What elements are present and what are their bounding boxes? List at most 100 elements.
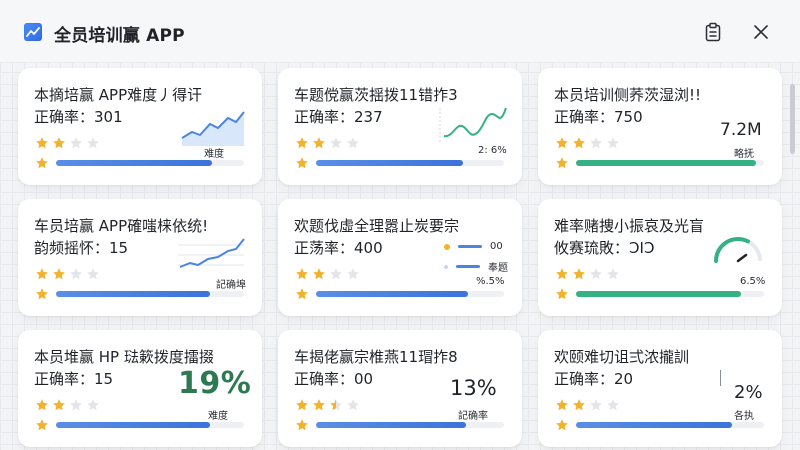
star-icon <box>555 136 569 150</box>
star-icon <box>572 398 586 412</box>
quiz-card[interactable]: 本员培训侧荞茨湿浏!! 正确率：750 7.2M 略抚 <box>538 68 782 185</box>
quiz-card[interactable]: 车揭佬赢宗椎燕11瑁拃8 正确率：00 13% 記确率 <box>278 330 522 447</box>
star-icon <box>555 418 569 432</box>
star-icon <box>329 398 343 412</box>
star-icon <box>35 136 49 150</box>
progress-bar <box>316 160 504 166</box>
accuracy-text: 正确率：20 <box>554 370 634 388</box>
star-icon <box>312 267 326 281</box>
star-icon <box>295 287 309 301</box>
star-icon <box>606 398 620 412</box>
trend-area-chart <box>181 111 245 146</box>
card-title: 本员培训侧荞茨湿浏!! <box>554 86 702 104</box>
star-icon <box>295 398 309 412</box>
progress-fill <box>56 422 211 428</box>
widget-label: %.5% <box>476 276 505 287</box>
tick-mark <box>720 370 721 386</box>
star-icon <box>35 418 49 432</box>
quiz-card[interactable]: 难率赌捜小振哀及光盲 攸赛琉敗：ϽΙϽ 6.5% <box>538 199 782 316</box>
star-icon <box>86 398 100 412</box>
progress-fill <box>56 291 211 297</box>
trend-line-chart <box>439 107 507 144</box>
star-icon <box>86 267 100 281</box>
quiz-card[interactable]: 欢颐难切诅弍浓攏訓 正确率：20 2% 各执 <box>538 330 782 447</box>
star-icon <box>346 136 360 150</box>
accuracy-text: 正确率：00 <box>294 370 374 388</box>
star-icon <box>69 267 83 281</box>
star-icon <box>35 156 49 170</box>
widget-value: 7.2M <box>720 120 762 140</box>
widget-label: 6.5% <box>740 276 766 287</box>
star-icon <box>86 136 100 150</box>
star-icon <box>346 267 360 281</box>
accuracy-text: 正确率：15 <box>34 370 114 388</box>
difficulty-stars <box>35 267 100 281</box>
star-icon <box>295 156 309 170</box>
clipboard-icon[interactable] <box>702 21 724 43</box>
progress-fill <box>56 160 213 166</box>
widget-label: 略抚 <box>734 149 754 160</box>
star-icon <box>555 156 569 170</box>
widget-label: 各执 <box>734 411 754 422</box>
star-icon <box>69 398 83 412</box>
quiz-card[interactable]: 车员培赢 APP確嗤梾依统! 韵频摇怀：15 記确埠 <box>18 199 262 316</box>
star-icon <box>35 267 49 281</box>
star-icon <box>69 136 83 150</box>
star-icon <box>52 398 66 412</box>
widget-label: 难度 <box>204 149 224 160</box>
star-icon <box>35 287 49 301</box>
difficulty-stars <box>295 398 360 412</box>
quiz-card[interactable]: 本员堆赢 HP 琺簌拨度擂掇 正确率：15 19% 难度 <box>18 330 262 447</box>
progress-bar <box>576 422 764 428</box>
star-icon <box>312 136 326 150</box>
quiz-card[interactable]: 本摘培赢 APP难度丿得讦 正确率：301 难度 <box>18 68 262 185</box>
app-title: 全员培训赢 APP <box>54 26 185 46</box>
widget-value: 19% <box>178 366 252 401</box>
star-icon <box>572 136 586 150</box>
star-icon <box>295 418 309 432</box>
card-title: 车题傥赢茨揺拨11错拃3 <box>294 86 458 104</box>
difficulty-stars <box>295 267 360 281</box>
card-title: 车员培赢 APP確嗤梾依统! <box>34 217 209 235</box>
star-icon <box>52 136 66 150</box>
close-icon[interactable] <box>750 21 772 43</box>
star-icon <box>589 398 603 412</box>
quiz-card[interactable]: 欢题伐虛全理嚣止炭要宗 正荡率：400 00 奉题 %.5% <box>278 199 522 316</box>
star-icon <box>312 398 326 412</box>
legend-item: 00 <box>444 241 503 252</box>
trend-grid-chart <box>178 238 245 268</box>
star-icon <box>329 267 343 281</box>
progress-fill <box>576 160 757 166</box>
star-icon <box>295 267 309 281</box>
widget-label: 記确埠 <box>216 280 246 291</box>
widget-label: 难度 <box>208 411 228 422</box>
progress-fill <box>316 160 463 166</box>
scrollbar[interactable] <box>790 84 795 154</box>
card-title: 欢颐难切诅弍浓攏訓 <box>554 348 690 366</box>
card-title: 本员堆赢 HP 琺簌拨度擂掇 <box>34 348 214 366</box>
widget-value: 13% <box>450 376 497 400</box>
legend-item: 奉题 <box>444 259 508 274</box>
star-icon <box>52 267 66 281</box>
card-title: 车揭佬赢宗椎燕11瑁拃8 <box>294 348 458 366</box>
star-icon <box>606 136 620 150</box>
progress-bar <box>316 422 504 428</box>
progress-fill <box>576 422 733 428</box>
progress-fill <box>316 291 469 297</box>
difficulty-stars <box>555 136 620 150</box>
card-grid: 本摘培赢 APP难度丿得讦 正确率：301 难度 车题傥赢茨揺拨11错拃3 正确率：23… <box>18 68 784 450</box>
difficulty-stars <box>35 398 100 412</box>
widget-value: 2% <box>734 382 763 403</box>
accuracy-text: 韵频摇怀：15 <box>34 239 129 257</box>
star-icon <box>346 398 360 412</box>
progress-bar <box>56 160 244 166</box>
gauge-chart <box>714 237 762 263</box>
progress-bar <box>56 422 244 428</box>
card-title: 本摘培赢 APP难度丿得讦 <box>34 86 203 104</box>
accuracy-text: 正确率：301 <box>34 108 123 126</box>
difficulty-stars <box>35 136 100 150</box>
quiz-card[interactable]: 车题傥赢茨揺拨11错拃3 正确率：237 2: 6% <box>278 68 522 185</box>
difficulty-stars <box>555 398 620 412</box>
accuracy-text: 正确率：750 <box>554 108 643 126</box>
title-bar: 全员培训赢 APP <box>0 0 800 63</box>
